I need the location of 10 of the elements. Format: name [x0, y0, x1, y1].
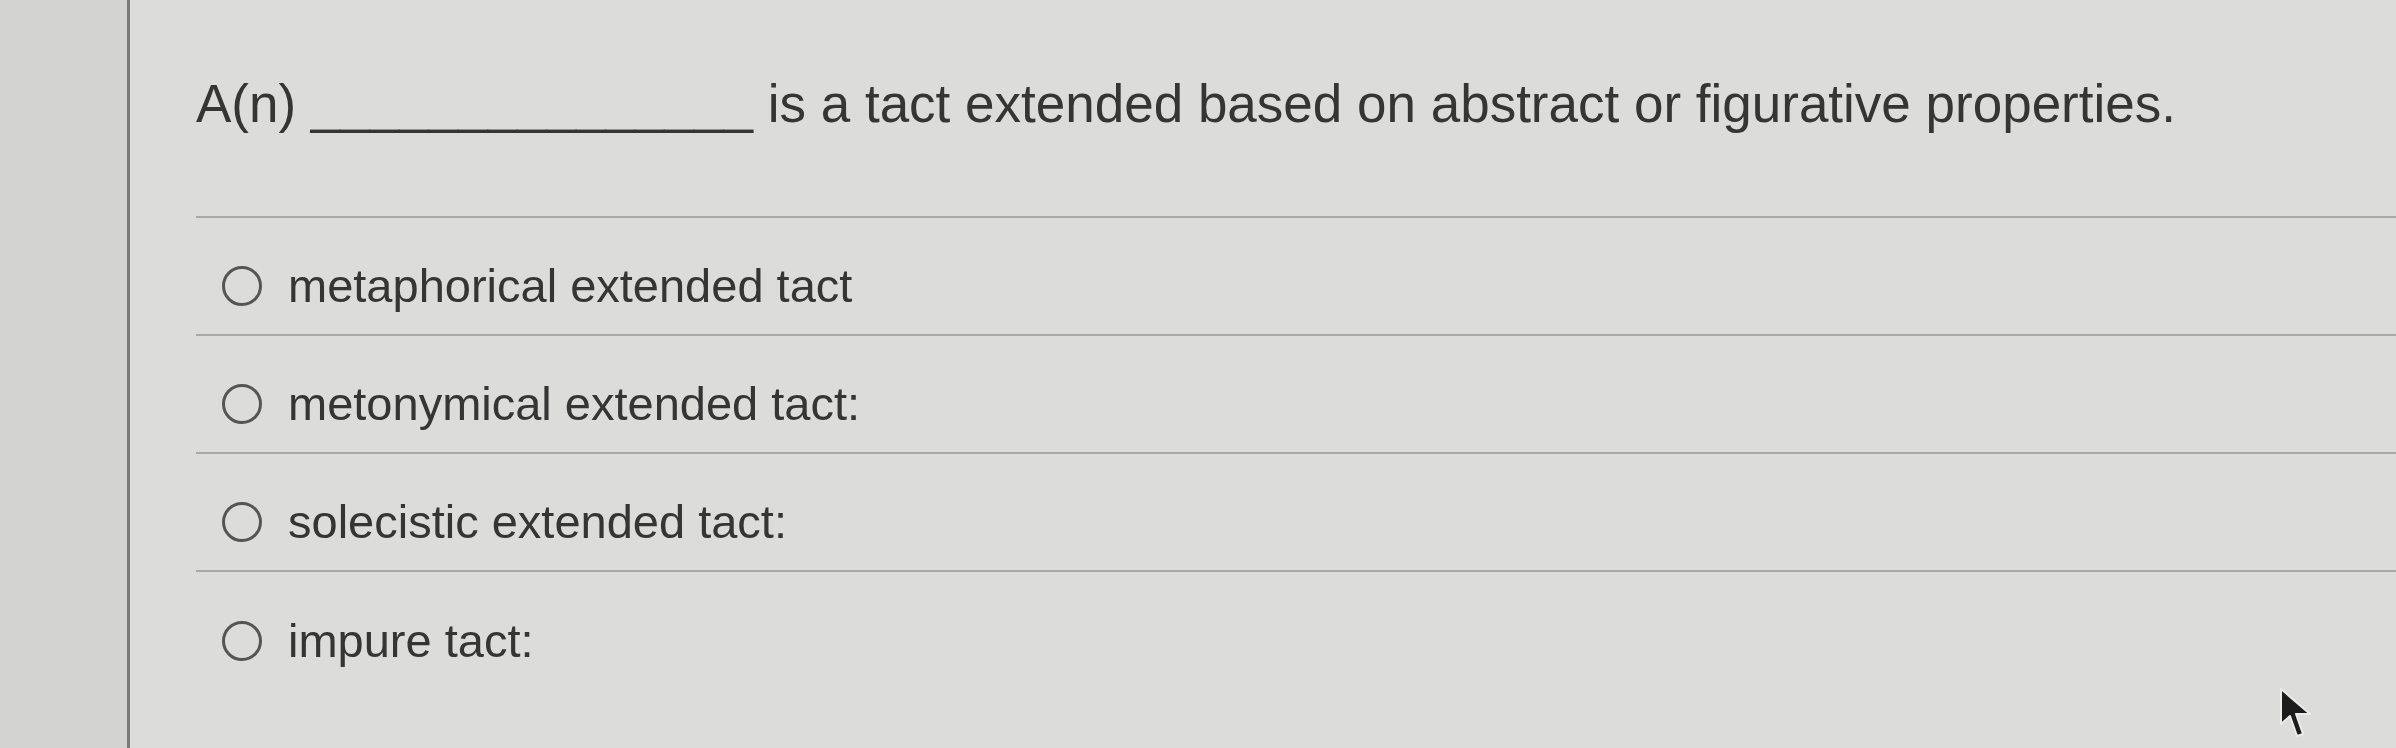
option-label[interactable]: impure tact: [288, 613, 534, 669]
option-label[interactable]: metaphorical extended tact [288, 258, 853, 314]
option-label[interactable]: solecistic extended tact: [288, 494, 787, 550]
radio-button[interactable] [222, 502, 262, 542]
option-label[interactable]: metonymical extended tact: [288, 376, 861, 432]
question-text: A(n) _______________ is a tact extended based on abstract or figurative properties. [196, 73, 2177, 135]
mouse-pointer-icon [2280, 688, 2312, 738]
radio-button[interactable] [222, 621, 262, 661]
radio-button[interactable] [222, 384, 262, 424]
radio-button[interactable] [222, 266, 262, 306]
